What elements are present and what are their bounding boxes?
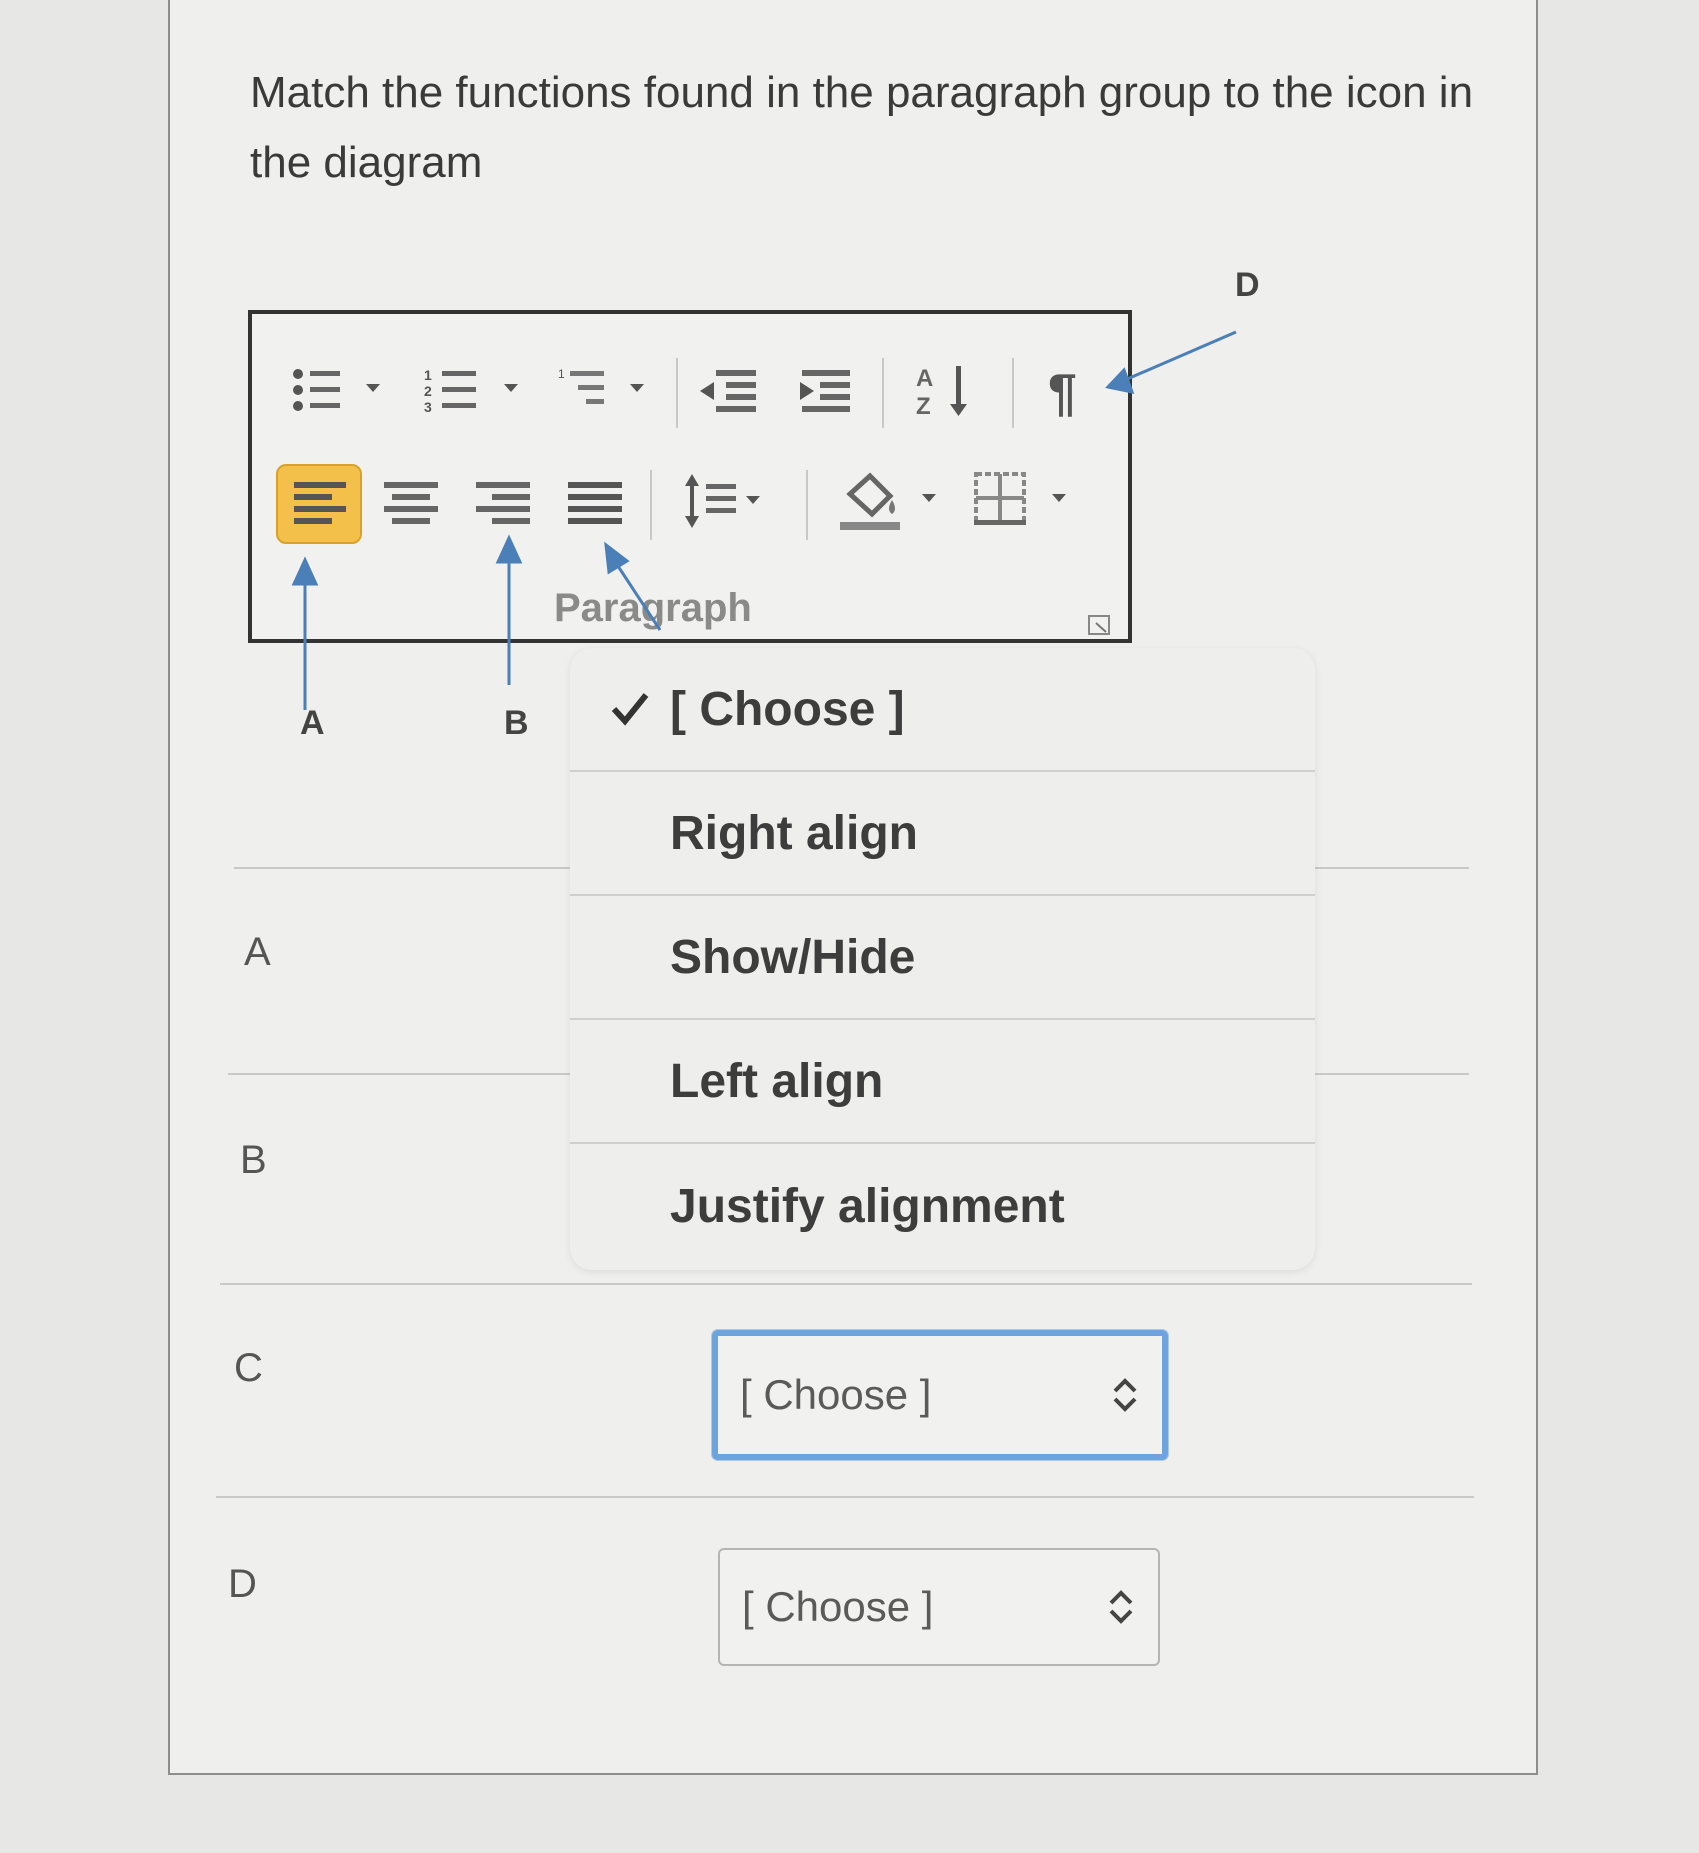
svg-text:1: 1: [424, 367, 432, 383]
pointer-label-a: A: [300, 704, 325, 742]
row-divider: [220, 1283, 1472, 1285]
align-right-icon: [476, 482, 530, 524]
option-label: [ Choose ]: [670, 682, 905, 736]
paragraph-group-label: Paragraph: [554, 586, 752, 630]
option-justify-alignment[interactable]: Justify alignment: [570, 1144, 1315, 1268]
increase-indent-icon: [800, 370, 850, 412]
select-c-value: [ Choose ]: [740, 1371, 932, 1418]
options-dropdown[interactable]: [ Choose ] Right align Show/Hide Left al…: [570, 648, 1315, 1270]
question-text: Match the functions found in the paragra…: [250, 68, 1474, 187]
row-label-c: C: [234, 1346, 263, 1390]
checkmark-icon: [611, 693, 649, 726]
option-right-align[interactable]: Right align: [570, 772, 1315, 896]
option-label: Show/Hide: [670, 930, 916, 984]
option-label: Justify alignment: [670, 1179, 1065, 1233]
option-show-hide[interactable]: Show/Hide: [570, 896, 1315, 1020]
option-label: Left align: [670, 1054, 884, 1108]
justify-icon: [568, 482, 622, 524]
svg-text:2: 2: [424, 383, 432, 399]
option-label: Right align: [670, 806, 918, 860]
row-divider: [216, 1496, 1474, 1498]
svg-text:Z: Z: [916, 393, 931, 420]
paragraph-group-diagram: 1 2 3 1 A Z ¶ Paragraph: [248, 310, 1132, 643]
center-icon: [384, 482, 438, 524]
multilevel-list-icon: 1: [558, 367, 644, 404]
toolbar-separator: [676, 358, 678, 428]
toolbar-separator: [806, 470, 808, 540]
show-hide-icon: ¶: [1048, 364, 1077, 422]
svg-text:3: 3: [424, 399, 432, 415]
option-left-align[interactable]: Left align: [570, 1020, 1315, 1144]
numbering-icon: 1 2 3: [424, 367, 518, 415]
select-d-value: [ Choose ]: [742, 1583, 934, 1630]
option-choose[interactable]: [ Choose ]: [570, 648, 1315, 772]
svg-text:¶: ¶: [1048, 364, 1077, 422]
row-label-b: B: [240, 1138, 267, 1182]
align-left-icon: [276, 464, 362, 544]
svg-text:1: 1: [558, 367, 565, 381]
toolbar-separator: [650, 470, 652, 540]
select-c[interactable]: [ Choose ]: [712, 1330, 1168, 1460]
select-d[interactable]: [ Choose ]: [718, 1548, 1160, 1666]
row-label-d: D: [228, 1562, 257, 1606]
shading-icon: [840, 472, 936, 530]
line-spacing-icon: [685, 474, 760, 528]
pointer-label-b: B: [504, 704, 529, 742]
dialog-launcher-icon: [1088, 615, 1110, 635]
updown-chevron-icon: [1113, 1378, 1137, 1412]
svg-text:A: A: [916, 365, 933, 392]
decrease-indent-icon: [700, 370, 756, 412]
toolbar-separator: [882, 358, 884, 428]
bullets-icon: [293, 369, 380, 411]
pointer-label-d: D: [1235, 266, 1260, 304]
updown-chevron-icon: [1109, 1590, 1133, 1624]
toolbar-separator: [1012, 358, 1014, 428]
row-label-a: A: [244, 930, 271, 974]
borders-icon: [974, 472, 1066, 525]
sort-icon: A Z: [916, 365, 967, 420]
